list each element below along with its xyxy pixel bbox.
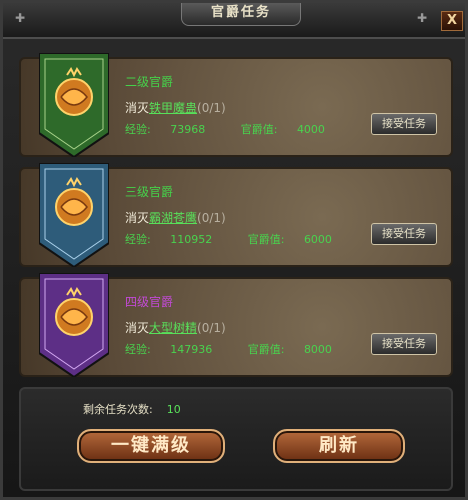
rank-value: 6000 bbox=[303, 233, 332, 246]
reward-stats: 经验: 73968 官爵值: 4000 bbox=[125, 121, 357, 137]
quest-card-1: 二级官爵 消灭铁甲魔蛊(0/1) 经验: 73968 官爵值: 4000 接受任… bbox=[19, 53, 453, 157]
exp-value: 73968 bbox=[170, 123, 206, 136]
remaining-label: 剩余任务次数: bbox=[83, 403, 153, 416]
quest-verb: 消灭 bbox=[125, 211, 150, 225]
quest-card-3: 四级官爵 消灭大型树精(0/1) 经验: 147936 官爵值: 8000 接受… bbox=[19, 273, 453, 377]
quest-progress: (0/1) bbox=[197, 321, 226, 335]
banner-1 bbox=[39, 53, 109, 157]
rank-title: 三级官爵 bbox=[125, 185, 174, 199]
quest-line: 消灭霸湖苍鹰(0/1) bbox=[125, 209, 226, 226]
max-level-button[interactable]: 一键满级 bbox=[77, 429, 225, 463]
footer-panel: 剩余任务次数: 10 一键满级 刷新 bbox=[19, 387, 453, 491]
rank-value: 8000 bbox=[303, 343, 332, 356]
rank-banner-green-icon bbox=[39, 53, 109, 157]
exp-value: 147936 bbox=[170, 343, 213, 356]
quest-verb: 消灭 bbox=[125, 101, 150, 115]
official-rank-quest-window: ✚ 官爵任务 ✚ X 二级官爵 消灭铁甲魔蛊(0/1) 经验: 73968 官爵… bbox=[0, 0, 468, 500]
exp-label: 经验: bbox=[125, 233, 151, 246]
rank-value-label: 官爵值: bbox=[240, 123, 278, 136]
refresh-button[interactable]: 刷新 bbox=[273, 429, 405, 463]
reward-stats: 经验: 110952 官爵值: 6000 bbox=[125, 231, 364, 247]
exp-value: 110952 bbox=[170, 233, 213, 246]
quest-target-link[interactable]: 大型树精 bbox=[149, 321, 197, 335]
banner-3 bbox=[39, 273, 109, 377]
rank-title: 四级官爵 bbox=[125, 295, 174, 309]
accept-quest-button[interactable]: 接受任务 bbox=[371, 333, 437, 355]
quest-progress: (0/1) bbox=[197, 211, 226, 225]
quest-target-link[interactable]: 铁甲魔蛊 bbox=[149, 101, 197, 115]
rank-value-label: 官爵值: bbox=[247, 343, 285, 356]
quest-verb: 消灭 bbox=[125, 321, 150, 335]
banner-2 bbox=[39, 163, 109, 267]
accept-quest-button[interactable]: 接受任务 bbox=[371, 223, 437, 245]
window-title: 官爵任务 bbox=[181, 3, 301, 26]
quest-line: 消灭大型树精(0/1) bbox=[125, 319, 226, 336]
quest-card-2: 三级官爵 消灭霸湖苍鹰(0/1) 经验: 110952 官爵值: 6000 接受… bbox=[19, 163, 453, 267]
exp-label: 经验: bbox=[125, 123, 151, 136]
remaining-attempts: 剩余任务次数: 10 bbox=[83, 401, 181, 417]
reward-stats: 经验: 147936 官爵值: 8000 bbox=[125, 341, 364, 357]
quest-progress: (0/1) bbox=[197, 101, 226, 115]
exp-label: 经验: bbox=[125, 343, 151, 356]
rank-value-label: 官爵值: bbox=[247, 233, 285, 246]
title-bar: ✚ 官爵任务 ✚ X bbox=[3, 3, 465, 39]
rank-banner-purple-icon bbox=[39, 273, 109, 377]
rank-title: 二级官爵 bbox=[125, 75, 174, 89]
right-ornament-icon: ✚ bbox=[416, 11, 428, 25]
accept-quest-button[interactable]: 接受任务 bbox=[371, 113, 437, 135]
close-button[interactable]: X bbox=[441, 11, 463, 31]
remaining-count: 10 bbox=[166, 403, 181, 416]
rank-banner-blue-icon bbox=[39, 163, 109, 267]
quest-target-link[interactable]: 霸湖苍鹰 bbox=[149, 211, 197, 225]
rank-value: 4000 bbox=[296, 123, 325, 136]
left-ornament-icon: ✚ bbox=[14, 11, 26, 25]
quest-line: 消灭铁甲魔蛊(0/1) bbox=[125, 99, 226, 116]
